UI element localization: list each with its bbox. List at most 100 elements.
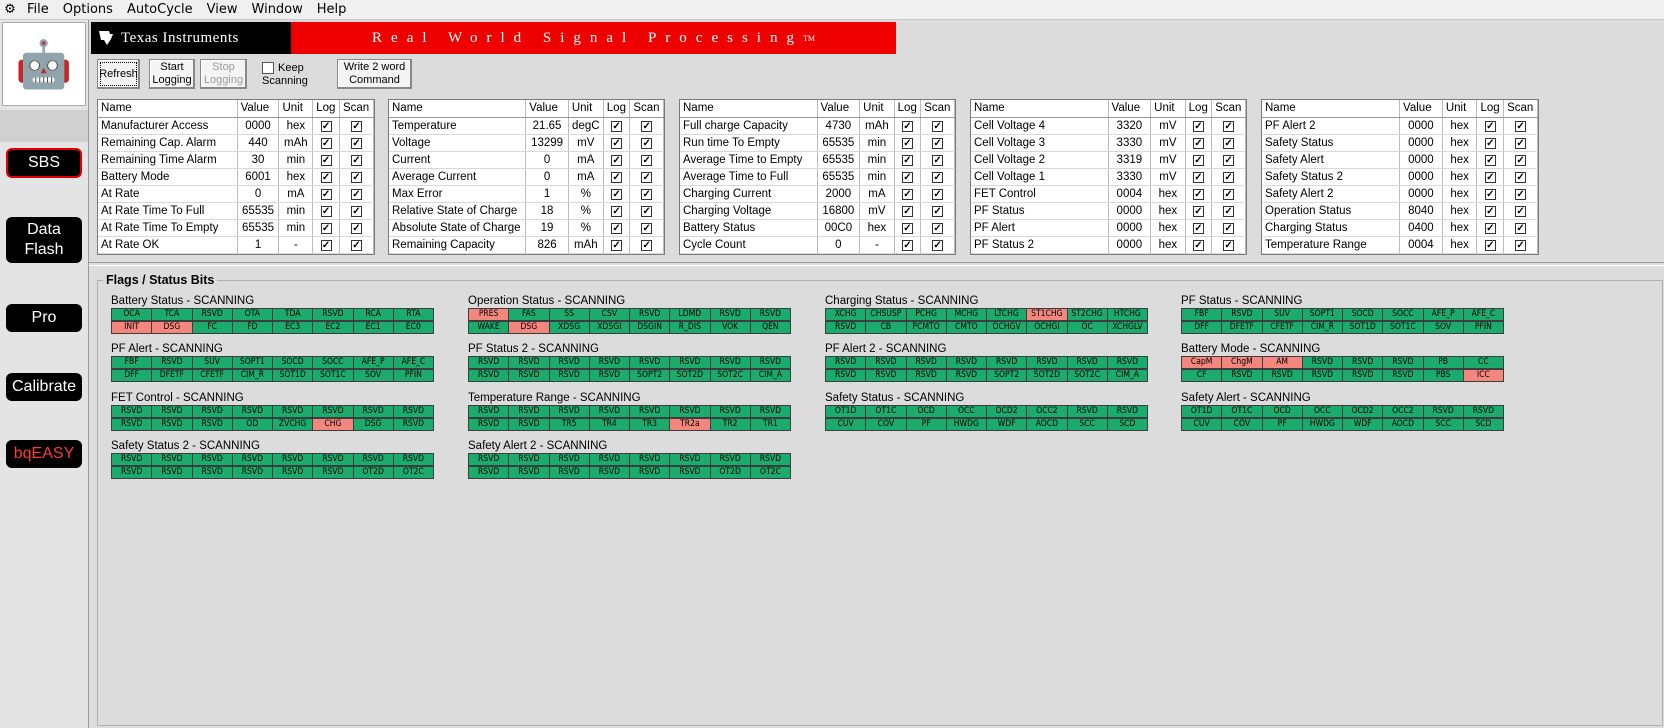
log-checkbox[interactable]: ✓ <box>1192 222 1204 234</box>
log-checkbox[interactable]: ✓ <box>320 154 332 166</box>
table-row[interactable]: Run time To Empty 65535 min ✓ ✓ <box>680 134 955 152</box>
table-row[interactable]: Average Time to Empty 65535 min ✓ ✓ <box>680 151 955 169</box>
log-checkbox[interactable]: ✓ <box>320 171 332 183</box>
log-checkbox[interactable]: ✓ <box>901 137 913 149</box>
scan-checkbox[interactable]: ✓ <box>1223 205 1235 217</box>
log-checkbox[interactable]: ✓ <box>1484 239 1496 251</box>
nav-calibrate-button[interactable]: Calibrate <box>6 373 82 401</box>
table-row[interactable]: Temperature Range 0004 hex ✓ ✓ <box>1262 236 1538 254</box>
scan-checkbox[interactable]: ✓ <box>932 222 944 234</box>
scan-checkbox[interactable]: ✓ <box>641 239 653 251</box>
column-header-scan[interactable]: Scan <box>1211 100 1246 118</box>
log-checkbox[interactable]: ✓ <box>320 239 332 251</box>
scan-checkbox[interactable]: ✓ <box>350 222 362 234</box>
scan-checkbox[interactable]: ✓ <box>641 222 653 234</box>
table-row[interactable]: Voltage 13299 mV ✓ ✓ <box>389 134 664 152</box>
column-header-scan[interactable]: Scan <box>629 100 664 118</box>
log-checkbox[interactable]: ✓ <box>1192 137 1204 149</box>
scan-checkbox[interactable]: ✓ <box>1223 239 1235 251</box>
log-checkbox[interactable]: ✓ <box>611 137 623 149</box>
scan-checkbox[interactable]: ✓ <box>1223 222 1235 234</box>
log-checkbox[interactable]: ✓ <box>611 222 623 234</box>
menu-window[interactable]: Window <box>245 0 310 20</box>
log-checkbox[interactable]: ✓ <box>1192 205 1204 217</box>
scan-checkbox[interactable]: ✓ <box>932 137 944 149</box>
table-row[interactable]: Charging Status 0400 hex ✓ ✓ <box>1262 219 1538 237</box>
table-row[interactable]: Remaining Cap. Alarm 440 mAh ✓ ✓ <box>98 134 375 152</box>
log-checkbox[interactable]: ✓ <box>320 120 332 132</box>
scan-checkbox[interactable]: ✓ <box>932 239 944 251</box>
nav-bqeasy-button[interactable]: bqEASY <box>6 440 82 468</box>
scan-checkbox[interactable]: ✓ <box>1515 154 1527 166</box>
table-row[interactable]: Cycle Count 0- ✓ ✓ <box>680 236 955 254</box>
column-header-scan[interactable]: Scan <box>339 100 375 118</box>
scan-checkbox[interactable]: ✓ <box>641 120 653 132</box>
table-row[interactable]: FET Control 0004 hex ✓ ✓ <box>971 185 1246 203</box>
table-row[interactable]: Remaining Time Alarm 30 min ✓ ✓ <box>98 151 375 169</box>
scan-checkbox[interactable]: ✓ <box>641 154 653 166</box>
column-header-name[interactable]: Name <box>389 100 527 118</box>
log-checkbox[interactable]: ✓ <box>320 205 332 217</box>
column-header-name[interactable]: Name <box>680 100 818 118</box>
app-icon[interactable]: ⚙ <box>0 0 20 20</box>
scan-checkbox[interactable]: ✓ <box>641 137 653 149</box>
column-header-log[interactable]: Log <box>603 100 631 118</box>
log-checkbox[interactable]: ✓ <box>1484 188 1496 200</box>
log-checkbox[interactable]: ✓ <box>320 188 332 200</box>
scan-checkbox[interactable]: ✓ <box>1515 171 1527 183</box>
table-row[interactable]: Battery Mode 6001 hex ✓ ✓ <box>98 168 375 186</box>
scan-checkbox[interactable]: ✓ <box>932 205 944 217</box>
scan-checkbox[interactable]: ✓ <box>641 171 653 183</box>
table-row[interactable]: At Rate 0 mA ✓ ✓ <box>98 185 375 203</box>
menu-help[interactable]: Help <box>310 0 354 20</box>
scan-checkbox[interactable]: ✓ <box>350 188 362 200</box>
column-header-name[interactable]: Name <box>98 100 238 118</box>
scan-checkbox[interactable]: ✓ <box>641 205 653 217</box>
scan-checkbox[interactable]: ✓ <box>641 188 653 200</box>
scan-checkbox[interactable]: ✓ <box>932 188 944 200</box>
log-checkbox[interactable]: ✓ <box>1484 154 1496 166</box>
table-row[interactable]: Average Time to Full 65535 min ✓ ✓ <box>680 168 955 186</box>
log-checkbox[interactable]: ✓ <box>611 154 623 166</box>
scan-checkbox[interactable]: ✓ <box>350 120 362 132</box>
scan-checkbox[interactable]: ✓ <box>350 239 362 251</box>
menu-autocycle[interactable]: AutoCycle <box>120 0 200 20</box>
log-checkbox[interactable]: ✓ <box>901 188 913 200</box>
stop-logging-button[interactable]: Stop Logging <box>200 59 247 89</box>
log-checkbox[interactable]: ✓ <box>611 120 623 132</box>
log-checkbox[interactable]: ✓ <box>320 137 332 149</box>
log-checkbox[interactable]: ✓ <box>611 171 623 183</box>
log-checkbox[interactable]: ✓ <box>1484 120 1496 132</box>
scan-checkbox[interactable]: ✓ <box>1223 171 1235 183</box>
table-row[interactable]: Cell Voltage 4 3320 mV ✓ ✓ <box>971 117 1246 135</box>
nav-data-flash-button[interactable]: Data Flash <box>6 217 82 263</box>
column-header-value[interactable]: Value <box>525 100 569 118</box>
table-row[interactable]: Cell Voltage 3 3330 mV ✓ ✓ <box>971 134 1246 152</box>
log-checkbox[interactable]: ✓ <box>901 154 913 166</box>
scan-checkbox[interactable]: ✓ <box>1515 120 1527 132</box>
table-row[interactable]: Charging Voltage 16800 mV ✓ ✓ <box>680 202 955 220</box>
table-row[interactable]: PF Status 2 0000 hex ✓ ✓ <box>971 236 1246 254</box>
column-header-unit[interactable]: Unit <box>568 100 604 118</box>
nav-pro-button[interactable]: Pro <box>6 304 82 332</box>
column-header-value[interactable]: Value <box>1108 100 1152 118</box>
menu-file[interactable]: File <box>20 0 56 20</box>
table-row[interactable]: Safety Alert 2 0000 hex ✓ ✓ <box>1262 185 1538 203</box>
write-2-word-command-button[interactable]: Write 2 word Command <box>337 59 412 89</box>
column-header-log[interactable]: Log <box>312 100 340 118</box>
scan-checkbox[interactable]: ✓ <box>1223 137 1235 149</box>
table-row[interactable]: Absolute State of Charge 19% ✓ ✓ <box>389 219 664 237</box>
table-row[interactable]: Operation Status 8040 hex ✓ ✓ <box>1262 202 1538 220</box>
column-header-log[interactable]: Log <box>894 100 922 118</box>
table-row[interactable]: Remaining Capacity 826 mAh ✓ ✓ <box>389 236 664 254</box>
nav-sbs-button[interactable]: SBS <box>6 148 82 178</box>
log-checkbox[interactable]: ✓ <box>901 171 913 183</box>
scan-checkbox[interactable]: ✓ <box>1515 222 1527 234</box>
log-checkbox[interactable]: ✓ <box>1192 239 1204 251</box>
table-row[interactable]: Charging Current 2000 mA ✓ ✓ <box>680 185 955 203</box>
scan-checkbox[interactable]: ✓ <box>1223 188 1235 200</box>
log-checkbox[interactable]: ✓ <box>611 205 623 217</box>
scan-checkbox[interactable]: ✓ <box>932 171 944 183</box>
log-checkbox[interactable]: ✓ <box>1192 171 1204 183</box>
column-header-scan[interactable]: Scan <box>1503 100 1538 118</box>
